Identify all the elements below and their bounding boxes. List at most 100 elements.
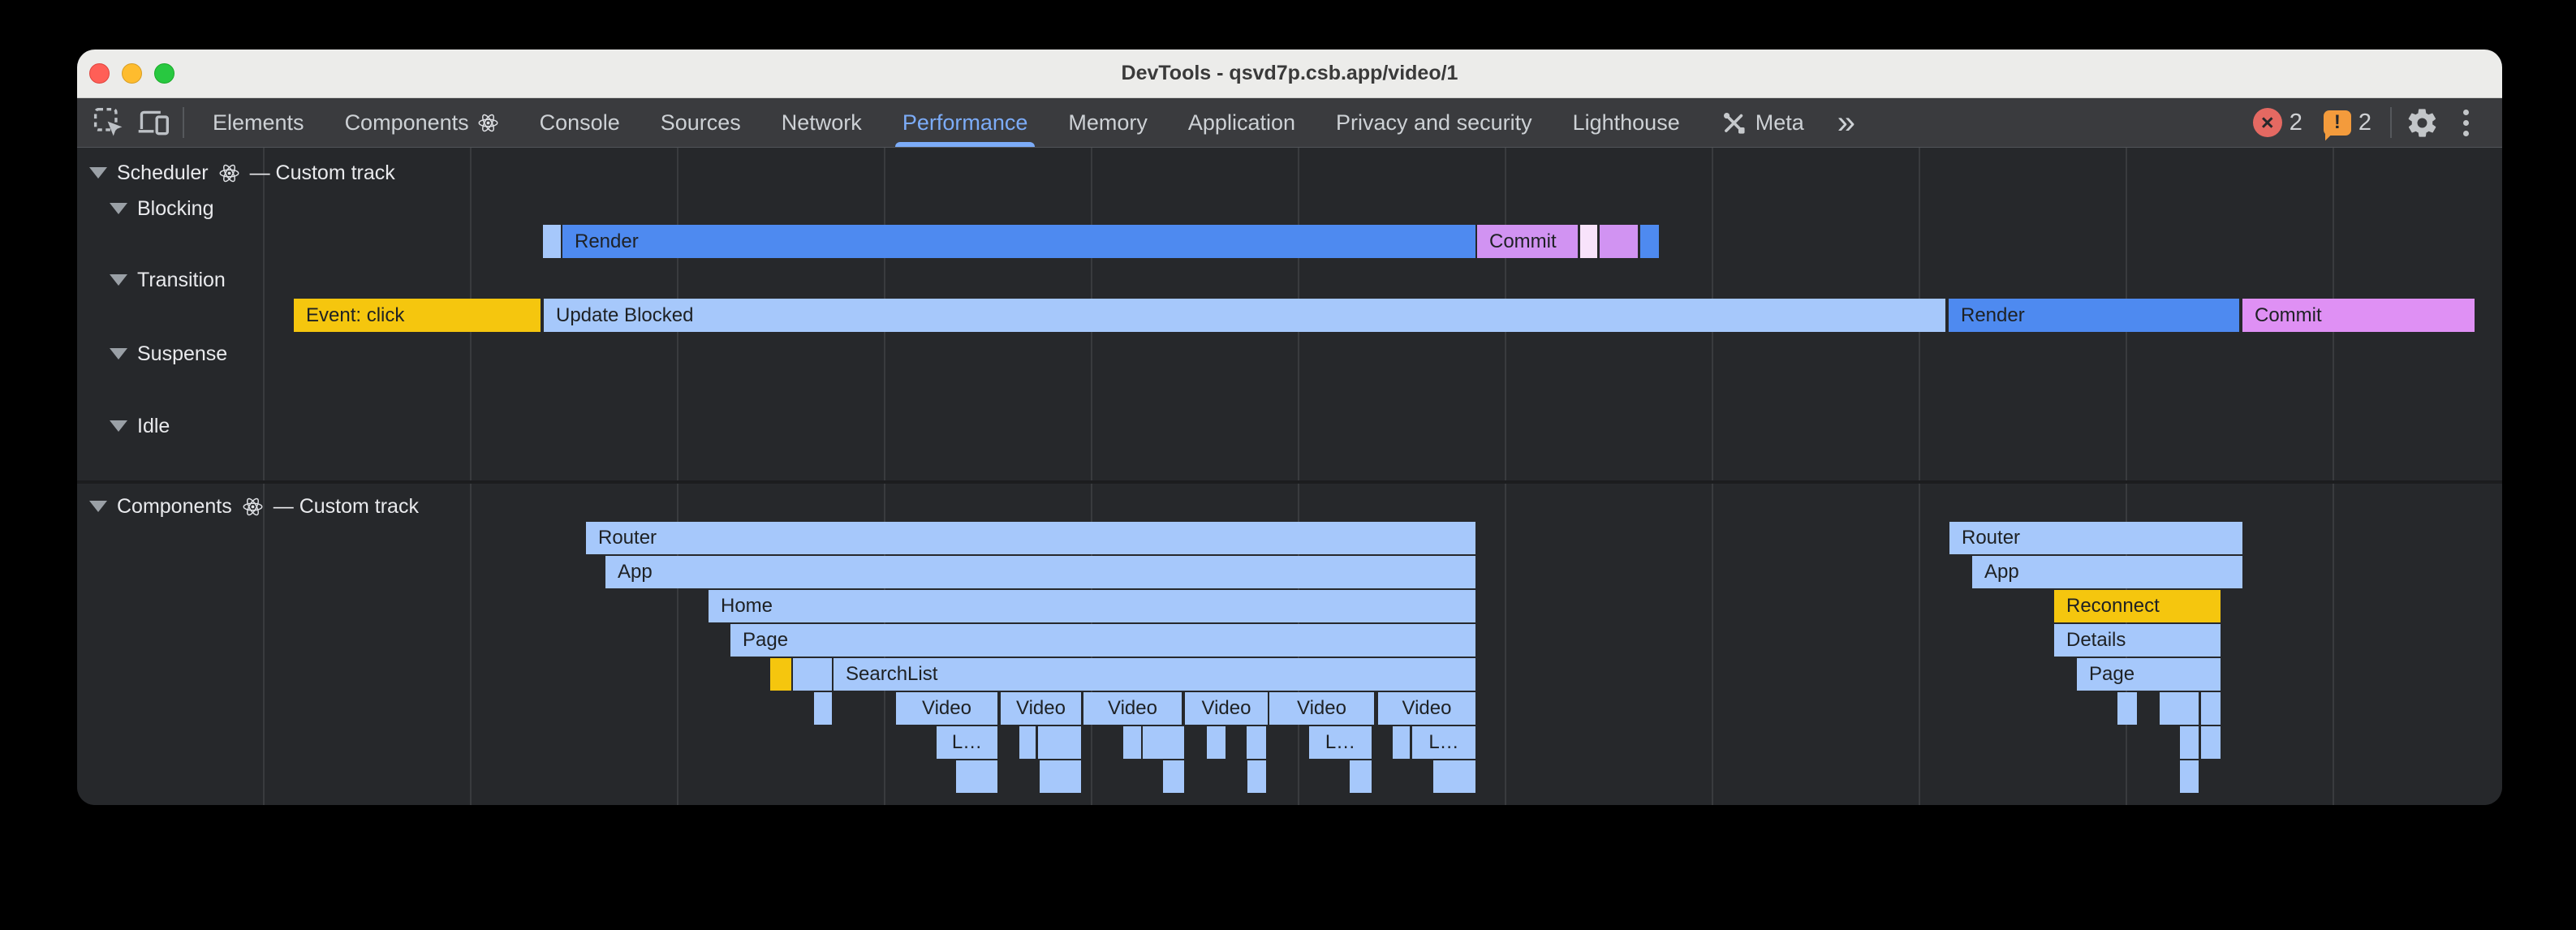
timeline-bar[interactable] <box>1038 726 1081 759</box>
track-row-transition[interactable]: Transition <box>110 268 226 292</box>
tab-label: Components <box>345 110 469 136</box>
timeline-bar[interactable] <box>1247 760 1266 793</box>
gridline <box>1712 148 1713 805</box>
timeline-bar-page[interactable]: Page <box>2077 658 2221 691</box>
timeline-bar-video[interactable]: Video <box>1269 692 1374 725</box>
tab-label: Lighthouse <box>1573 110 1680 136</box>
tab-elements[interactable]: Elements <box>192 98 325 147</box>
timeline-bar-searchlist[interactable]: SearchList <box>834 658 1475 691</box>
gridline <box>2333 148 2334 805</box>
track-row-blocking[interactable]: Blocking <box>110 196 214 221</box>
timeline-bar[interactable] <box>1433 760 1475 793</box>
tab-privacy-and-security[interactable]: Privacy and security <box>1316 98 1553 147</box>
inspect-element-button[interactable] <box>87 101 131 144</box>
timeline-bar[interactable] <box>1350 760 1372 793</box>
timeline-bar-video[interactable]: Video <box>1378 692 1475 725</box>
tab-lighthouse[interactable]: Lighthouse <box>1553 98 1700 147</box>
track-header-scheduler[interactable]: Scheduler — Custom track <box>89 161 395 185</box>
timeline-bar[interactable] <box>793 658 832 691</box>
atom-icon <box>477 112 499 134</box>
issues-badge[interactable]: ! 2 <box>2324 110 2371 136</box>
timeline-bar-video[interactable]: Video <box>1083 692 1182 725</box>
track-row-suspense[interactable]: Suspense <box>110 342 227 366</box>
atom-icon <box>218 162 240 184</box>
timeline-bar[interactable] <box>2201 692 2221 725</box>
tab-meta[interactable]: Meta <box>1700 98 1824 147</box>
timeline-bar-app[interactable]: App <box>605 556 1475 588</box>
timeline-bar-commit[interactable]: Commit <box>2242 299 2475 332</box>
timeline-bar[interactable] <box>2201 726 2221 759</box>
row-label: Suspense <box>137 342 227 366</box>
timeline-bar-l[interactable]: L… <box>937 726 997 759</box>
timeline-bar-video[interactable]: Video <box>1185 692 1268 725</box>
timeline-bar-render[interactable]: Render <box>562 225 1475 258</box>
timeline-bar[interactable] <box>1247 726 1266 759</box>
timeline-bar[interactable] <box>543 225 561 258</box>
tab-components[interactable]: Components <box>325 98 519 147</box>
issue-count: 2 <box>2358 110 2371 136</box>
timeline-bar-page[interactable]: Page <box>730 624 1475 657</box>
more-options-button[interactable] <box>2444 101 2488 144</box>
tab-application[interactable]: Application <box>1168 98 1316 147</box>
timeline-bar[interactable] <box>1640 225 1659 258</box>
track-header-components[interactable]: Components — Custom track <box>89 494 419 519</box>
track-type-label: — Custom track <box>274 495 419 519</box>
console-errors-badge[interactable]: × 2 <box>2253 108 2302 137</box>
timeline-bar[interactable] <box>2180 726 2199 759</box>
timeline-bar[interactable] <box>1019 726 1036 759</box>
timeline-bar-router[interactable]: Router <box>586 522 1475 554</box>
timeline-bar[interactable] <box>1393 726 1410 759</box>
error-count: 2 <box>2290 110 2302 136</box>
timeline-bar-video[interactable]: Video <box>896 692 997 725</box>
window-title: DevTools - qsvd7p.csb.app/video/1 <box>1122 62 1458 85</box>
tab-performance[interactable]: Performance <box>882 98 1049 147</box>
tab-sources[interactable]: Sources <box>640 98 761 147</box>
timeline-bar[interactable] <box>770 658 791 691</box>
toolbar-divider <box>183 107 184 138</box>
atom-icon <box>242 496 264 518</box>
timeline-bar[interactable] <box>1040 760 1081 793</box>
timeline-bar-l[interactable]: L… <box>1309 726 1372 759</box>
more-tabs-icon[interactable]: » <box>1824 106 1868 139</box>
tab-label: Performance <box>902 110 1028 136</box>
timeline-bar-video[interactable]: Video <box>1001 692 1081 725</box>
timeline-bar-event-click[interactable]: Event: click <box>294 299 541 332</box>
timeline-bar-update-blocked[interactable]: Update Blocked <box>544 299 1945 332</box>
timeline-bar[interactable] <box>1143 726 1184 759</box>
track-separator <box>77 480 2502 484</box>
track-row-idle[interactable]: Idle <box>110 414 170 438</box>
timeline-bar-l[interactable]: L… <box>1412 726 1475 759</box>
close-window-button[interactable] <box>89 63 110 84</box>
track-type-label: — Custom track <box>250 161 395 185</box>
timeline-bar[interactable] <box>1600 225 1638 258</box>
timeline-bar[interactable] <box>956 760 997 793</box>
timeline-bar-render[interactable]: Render <box>1949 299 2239 332</box>
tab-label: Privacy and security <box>1336 110 1532 136</box>
tab-memory[interactable]: Memory <box>1048 98 1168 147</box>
track-name: Components <box>117 495 232 519</box>
collapse-triangle-icon <box>89 501 107 512</box>
tab-network[interactable]: Network <box>761 98 882 147</box>
device-toolbar-button[interactable] <box>131 101 174 144</box>
timeline-bar[interactable] <box>1207 726 1226 759</box>
timeline-bar[interactable] <box>1163 760 1184 793</box>
timeline-bar-commit[interactable]: Commit <box>1477 225 1578 258</box>
timeline-bar-reconnect[interactable]: Reconnect <box>2054 590 2221 622</box>
timeline-bar[interactable] <box>2180 760 2199 793</box>
devtools-toolbar: Elements Components ConsoleSourcesNetwork… <box>77 98 2502 148</box>
gridline <box>1919 148 1920 805</box>
settings-button[interactable] <box>2400 101 2444 144</box>
maximize-window-button[interactable] <box>154 63 174 84</box>
timeline-bar-router[interactable]: Router <box>1949 522 2242 554</box>
timeline-bar[interactable] <box>1123 726 1141 759</box>
collapse-triangle-icon <box>110 420 127 432</box>
timeline-bar[interactable] <box>2117 692 2137 725</box>
tab-console[interactable]: Console <box>519 98 640 147</box>
timeline-bar-app[interactable]: App <box>1972 556 2242 588</box>
timeline-bar[interactable] <box>2160 692 2199 725</box>
timeline-bar[interactable] <box>814 692 832 725</box>
minimize-window-button[interactable] <box>122 63 142 84</box>
timeline-bar-home[interactable]: Home <box>709 590 1475 622</box>
timeline-bar[interactable] <box>1580 225 1597 258</box>
timeline-bar-details[interactable]: Details <box>2054 624 2221 657</box>
